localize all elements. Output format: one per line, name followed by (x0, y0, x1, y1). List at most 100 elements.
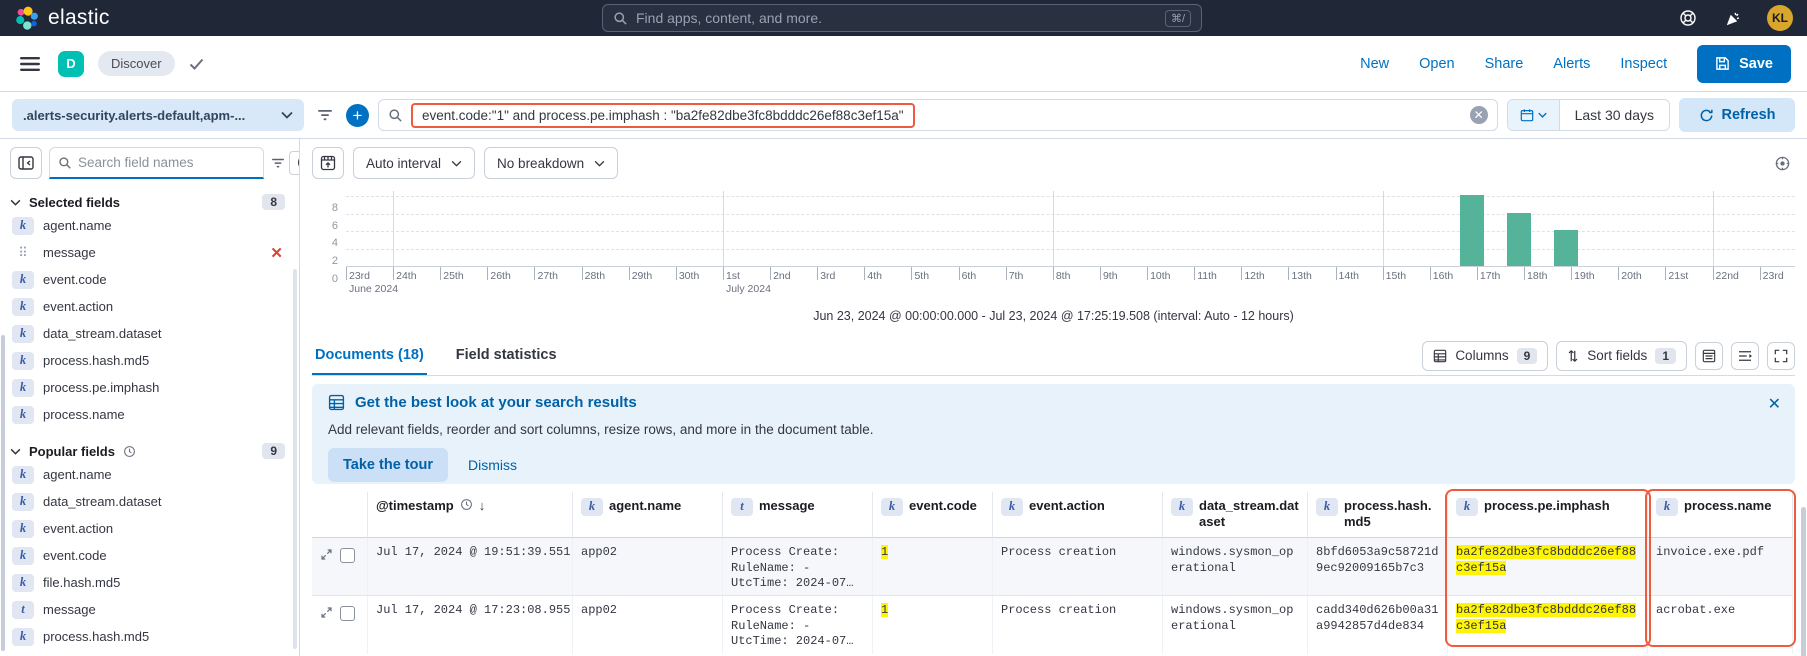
filter-menu-button[interactable] (313, 104, 337, 126)
chart-options-button[interactable] (1770, 151, 1795, 176)
menu-button[interactable] (16, 52, 44, 76)
grid-cell-process_pe_imphash[interactable]: ba2fe82dbe3fc8bdddc26ef88c3ef15a (1448, 538, 1648, 596)
grid-scrollbar[interactable] (1801, 507, 1806, 656)
breadcrumb[interactable]: Discover (98, 51, 175, 76)
grid-cell-process_hash_md5[interactable]: cadd340d626b00a31a9942857d4de834 (1308, 596, 1448, 654)
grid-cell-process_hash_md5[interactable]: 8bfd6053a9c58721d9ec92009165b7c3 (1308, 538, 1448, 596)
histogram-plot[interactable] (346, 191, 1795, 267)
grid-cell-event_code[interactable]: 1 (873, 596, 993, 654)
field-filter-icon[interactable] (271, 157, 285, 169)
column-header-process_pe_imphash[interactable]: k process.pe.imphash (1448, 492, 1648, 538)
new-link[interactable]: New (1360, 56, 1389, 72)
add-filter-button[interactable]: + (346, 103, 369, 127)
histogram-bar[interactable] (1507, 212, 1532, 266)
column-header-process_name[interactable]: k process.name (1648, 492, 1793, 538)
row-select-checkbox[interactable] (340, 548, 355, 563)
grid-cell-timestamp[interactable]: Jul 17, 2024 @ 19:51:39.551 (368, 538, 573, 596)
histogram-bar[interactable] (1460, 194, 1485, 266)
grid-cell-message_lines[interactable]: Process Create: RuleName: - UtcTime: 2024-… (723, 596, 873, 654)
sidebar-field-item-process.pe.imphash[interactable]: k process.pe.imphash (10, 374, 293, 401)
column-header-event_action[interactable]: k event.action (993, 492, 1163, 538)
column-header-agent_name[interactable]: k agent.name (573, 492, 723, 538)
sort-fields-button[interactable]: Sort fields 1 (1556, 340, 1687, 371)
sidebar-field-item-agent.name[interactable]: k agent.name (10, 212, 293, 239)
expand-document-button[interactable] (320, 606, 333, 619)
space-avatar[interactable]: D (58, 50, 84, 77)
column-header-process_hash_md5[interactable]: k process.hash.md5 (1308, 492, 1448, 538)
grid-cell-message_lines[interactable]: Process Create: RuleName: - UtcTime: 2024-… (723, 538, 873, 596)
grid-cell-process_pe_imphash[interactable]: ba2fe82dbe3fc8bdddc26ef88c3ef15a (1448, 596, 1648, 654)
grid-cell-agent_name[interactable]: app02 (573, 596, 723, 654)
column-header-event_code[interactable]: k event.code (873, 492, 993, 538)
sidebar-field-item-process.name[interactable]: k process.name (10, 401, 293, 428)
sidebar-field-item-event.action[interactable]: k event.action (10, 515, 293, 542)
column-header-controls[interactable] (312, 492, 368, 538)
tab-field-statistics[interactable]: Field statistics (453, 336, 560, 375)
grid-cell-agent_name[interactable]: app02 (573, 538, 723, 596)
open-link[interactable]: Open (1419, 56, 1454, 72)
grid-cell-event_code[interactable]: 1 (873, 538, 993, 596)
column-header-message_lines[interactable]: t message (723, 492, 873, 538)
field-search-box[interactable] (49, 147, 264, 179)
sidebar-field-item-process.hash.md5[interactable]: k process.hash.md5 (10, 347, 293, 374)
histogram-bar[interactable] (1554, 230, 1579, 266)
grid-cell-event_action[interactable]: Process creation (993, 596, 1163, 654)
share-link[interactable]: Share (1485, 56, 1524, 72)
drag-handle-icon[interactable]: ⠿ (12, 245, 34, 261)
columns-button[interactable]: Columns 9 (1422, 340, 1549, 371)
sidebar-section-header-selected[interactable]: Selected fields 8 (10, 192, 293, 212)
sort-desc-icon[interactable]: ↓ (479, 498, 486, 514)
sidebar-field-item-data_stream.dataset[interactable]: k data_stream.dataset (10, 320, 293, 347)
row-select-checkbox[interactable] (340, 606, 355, 621)
column-header-timestamp[interactable]: @timestamp ↓ (368, 492, 573, 538)
edit-visualization-button[interactable] (312, 147, 344, 179)
display-options-button[interactable] (1695, 341, 1723, 370)
sidebar-field-item-event.code[interactable]: k event.code (10, 542, 293, 569)
inspect-link[interactable]: Inspect (1620, 56, 1667, 72)
sidebar-field-item-process.hash.md5[interactable]: k process.hash.md5 (10, 623, 293, 650)
sidebar-field-item-file.hash.md5[interactable]: k file.hash.md5 (10, 569, 293, 596)
grid-cell-process_name[interactable]: invoice.exe.pdf (1648, 538, 1793, 596)
query-input[interactable]: event.code:"1" and process.pe.imphash : … (378, 99, 1498, 131)
row-height-button[interactable] (1731, 341, 1759, 370)
sidebar-field-item-message[interactable]: ⠿ message ✕ (10, 239, 293, 266)
fullscreen-button[interactable] (1767, 341, 1795, 370)
sidebar-scrollbar[interactable] (1, 335, 5, 651)
refresh-button[interactable]: Refresh (1679, 98, 1795, 132)
field-filter-count[interactable]: 0 (289, 151, 299, 175)
sidebar-section-header-popular[interactable]: Popular fields 9 (10, 441, 293, 461)
remove-field-icon[interactable]: ✕ (270, 244, 283, 262)
grid-cell-data_stream_dataset[interactable]: windows.sysmon_operational (1163, 538, 1308, 596)
time-range-button[interactable]: Last 30 days (1559, 100, 1669, 130)
grid-cell-event_action[interactable]: Process creation (993, 538, 1163, 596)
global-search-input[interactable] (636, 10, 1157, 26)
sidebar-scrollbar-track[interactable] (293, 269, 297, 649)
elastic-home-link[interactable]: elastic (14, 6, 110, 31)
close-callout-button[interactable]: ✕ (1768, 394, 1781, 414)
expand-document-button[interactable] (320, 548, 333, 561)
user-avatar[interactable]: KL (1767, 5, 1793, 31)
global-search-bar[interactable]: ⌘/ (602, 4, 1202, 32)
alerts-link[interactable]: Alerts (1553, 56, 1590, 72)
take-tour-button[interactable]: Take the tour (328, 448, 448, 482)
sidebar-field-item-agent.name[interactable]: k agent.name (10, 461, 293, 488)
grid-cell-controls[interactable] (312, 596, 368, 654)
tab-documents[interactable]: Documents (18) (312, 336, 427, 375)
column-header-data_stream_dataset[interactable]: k data_stream.dataset (1163, 492, 1308, 538)
collapse-sidebar-button[interactable] (10, 147, 42, 179)
sidebar-field-item-event.code[interactable]: k event.code (10, 266, 293, 293)
sidebar-field-item-event.action[interactable]: k event.action (10, 293, 293, 320)
sidebar-field-item-data_stream.dataset[interactable]: k data_stream.dataset (10, 488, 293, 515)
grid-cell-timestamp[interactable]: Jul 17, 2024 @ 17:23:08.955 (368, 596, 573, 654)
newsfeed-button[interactable] (1721, 5, 1747, 31)
dismiss-button[interactable]: Dismiss (468, 457, 517, 473)
interval-dropdown[interactable]: Auto interval (353, 147, 476, 179)
field-search-input[interactable] (78, 155, 255, 170)
grid-cell-controls[interactable] (312, 538, 368, 596)
grid-cell-data_stream_dataset[interactable]: windows.sysmon_operational (1163, 596, 1308, 654)
clear-query-button[interactable]: ✕ (1469, 106, 1488, 124)
help-button[interactable] (1675, 5, 1701, 31)
sidebar-field-item-message[interactable]: t message (10, 596, 293, 623)
grid-cell-process_name[interactable]: acrobat.exe (1648, 596, 1793, 654)
save-button[interactable]: Save (1697, 44, 1791, 83)
